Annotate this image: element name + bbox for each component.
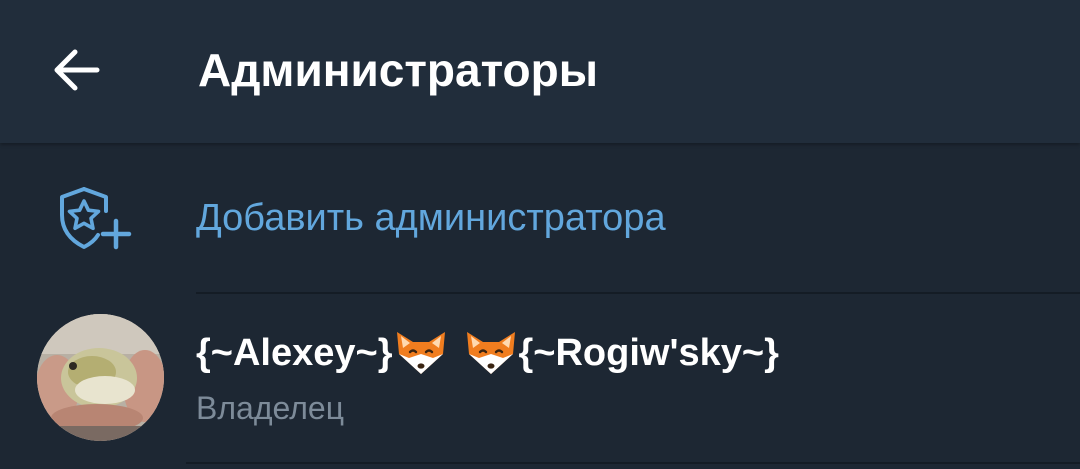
back-button[interactable] (40, 34, 112, 106)
admin-name-part2: {~Rogiw'sky~} (518, 332, 779, 374)
divider (186, 462, 1080, 464)
avatar (37, 314, 164, 441)
add-admin-button[interactable]: Добавить администратора (0, 145, 1080, 292)
admin-list-screen: Администраторы Добавить администратора {… (0, 0, 1080, 469)
add-admin-label: Добавить администратора (196, 197, 666, 239)
pufferfish-photo-avatar (37, 314, 164, 441)
arrow-left-icon (54, 49, 100, 91)
admin-name-part1: {~Alexey~} (196, 332, 393, 374)
page-title: Администраторы (198, 44, 598, 96)
app-header: Администраторы (0, 0, 1080, 143)
admin-name: {~Alexey~} {~Rogiw'sky~} (196, 328, 779, 378)
admin-list-item[interactable]: {~Alexey~} {~Rogiw'sky~} Владелец (0, 294, 1080, 466)
fox-face-icon (396, 332, 445, 374)
shield-star-plus-icon (60, 187, 132, 250)
admin-role: Владелец (196, 390, 345, 426)
fox-face-icon (466, 332, 515, 374)
